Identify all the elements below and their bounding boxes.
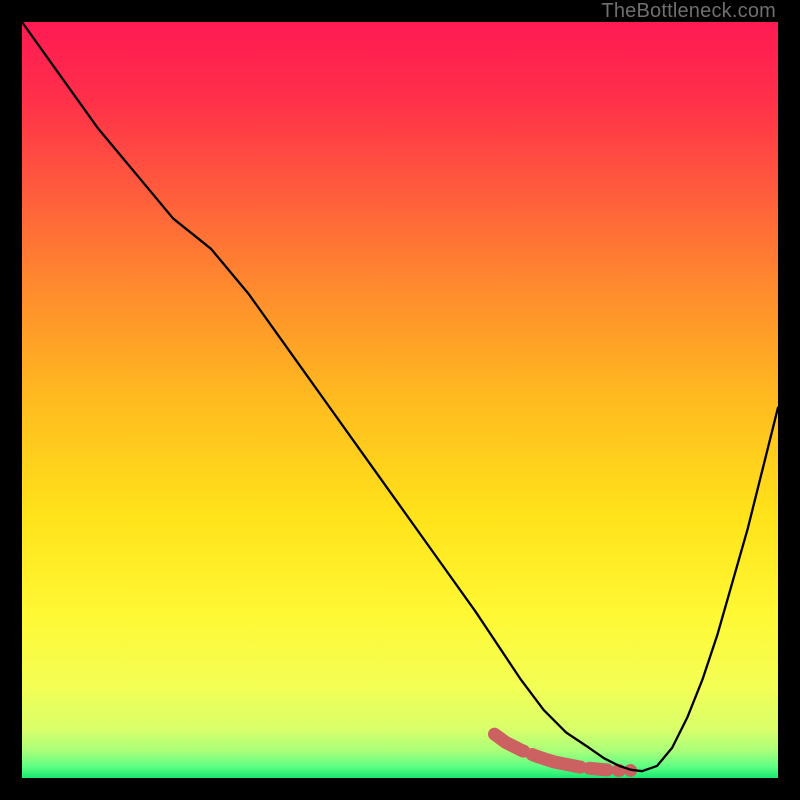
- chart-frame: [22, 22, 778, 778]
- gradient-background: [22, 22, 778, 778]
- watermark-text: TheBottleneck.com: [601, 0, 776, 23]
- bottleneck-chart: [22, 22, 778, 778]
